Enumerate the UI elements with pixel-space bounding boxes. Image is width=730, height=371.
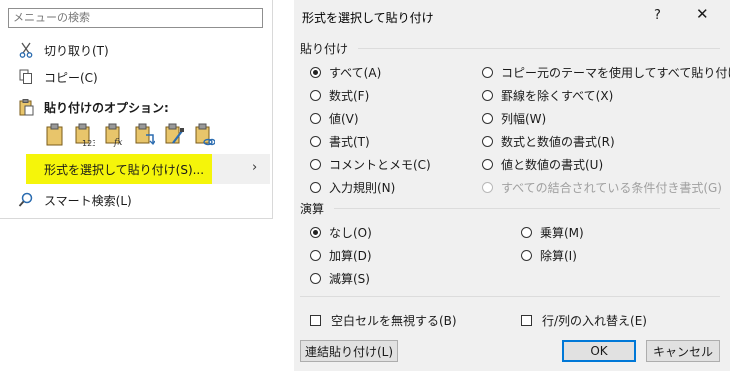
radio-paste-column-widths[interactable]: 列幅(W) <box>482 110 546 127</box>
option-label: 列幅(W) <box>501 112 547 126</box>
option-label: 除算(I) <box>540 249 577 263</box>
paste-transpose-icon[interactable] <box>134 122 156 148</box>
menu-item-label: スマート検索(L) <box>44 193 132 208</box>
option-label: 加算(D) <box>329 249 372 263</box>
option-label: 数式と数値の書式(R) <box>501 135 615 149</box>
radio-indicator <box>482 113 493 124</box>
option-label: 入力規則(N) <box>329 181 396 195</box>
radio-paste-formulas[interactable]: 数式(F) <box>310 87 369 104</box>
radio-paste-comments[interactable]: コメントとメモ(C) <box>310 156 431 173</box>
paste-formatting-icon[interactable] <box>164 122 186 148</box>
radio-indicator <box>310 273 321 284</box>
search-icon <box>16 190 36 210</box>
option-label: 書式(T) <box>329 135 370 149</box>
paste-options-label: 貼り付けのオプション: <box>44 100 169 115</box>
menu-item-smart-lookup[interactable]: スマート検索(L) <box>16 188 132 212</box>
option-label: コメントとメモ(C) <box>329 158 431 172</box>
radio-indicator <box>310 90 321 101</box>
operation-group-label: 演算 <box>300 202 325 216</box>
paste-options-row: 123 fx <box>44 122 216 148</box>
submenu-trigger-area <box>212 154 270 184</box>
radio-indicator <box>482 182 493 193</box>
option-label: すべての結合されている条件付き書式(G) <box>501 181 722 195</box>
dialog-title: 形式を選択して貼り付け <box>302 11 434 25</box>
checkbox-box <box>310 315 321 326</box>
radio-indicator <box>310 159 321 170</box>
menu-item-label: コピー(C) <box>44 70 98 85</box>
radio-indicator <box>310 136 321 147</box>
radio-indicator <box>482 67 493 78</box>
help-button[interactable]: ? <box>654 8 661 23</box>
ok-button[interactable]: OK <box>562 340 636 362</box>
divider <box>358 48 720 49</box>
option-label: 値(V) <box>329 112 359 126</box>
radio-paste-except-borders[interactable]: 罫線を除くすべて(X) <box>482 87 613 104</box>
option-label: 乗算(M) <box>540 226 584 240</box>
radio-op-none[interactable]: なし(O) <box>310 224 372 241</box>
radio-indicator <box>310 227 321 238</box>
paste-group-label: 貼り付け <box>300 42 349 56</box>
option-label: 罫線を除くすべて(X) <box>501 89 614 103</box>
radio-indicator <box>521 250 532 261</box>
paste-options-heading: 貼り付けのオプション: <box>16 95 169 119</box>
option-label: 空白セルを無視する(B) <box>331 314 457 328</box>
option-label: 数式(F) <box>329 89 370 103</box>
menu-item-paste-special[interactable]: 形式を選択して貼り付け(S)... <box>44 154 204 184</box>
radio-indicator <box>521 227 532 238</box>
radio-indicator <box>310 182 321 193</box>
menu-item-label: 切り取り(T) <box>44 43 109 58</box>
option-label: なし(O) <box>329 226 372 240</box>
radio-paste-formats[interactable]: 書式(T) <box>310 133 370 150</box>
paste-link-button[interactable]: 連結貼り付け(L) <box>300 340 398 362</box>
context-menu: メニューの検索 切り取り(T) コピー(C) 貼り付けのオプション: 123 f… <box>0 0 273 219</box>
svg-text:123: 123 <box>82 139 95 147</box>
radio-op-subtract[interactable]: 減算(S) <box>310 270 370 287</box>
option-label: 減算(S) <box>329 272 370 286</box>
radio-paste-values-number-formats[interactable]: 値と数値の書式(U) <box>482 156 603 173</box>
radio-indicator <box>482 136 493 147</box>
divider <box>334 208 720 209</box>
radio-paste-all[interactable]: すべて(A) <box>310 64 381 81</box>
chevron-right-icon[interactable]: › <box>252 160 257 175</box>
checkbox-skip-blanks[interactable]: 空白セルを無視する(B) <box>310 312 457 329</box>
option-label: 値と数値の書式(U) <box>501 158 604 172</box>
menu-search-input[interactable]: メニューの検索 <box>8 8 263 28</box>
checkbox-box <box>521 315 532 326</box>
option-label: コピー元のテーマを使用してすべて貼り付け(H) <box>501 66 730 80</box>
radio-paste-all-source-theme[interactable]: コピー元のテーマを使用してすべて貼り付け(H) <box>482 64 730 81</box>
checkbox-transpose[interactable]: 行/列の入れ替え(E) <box>521 312 647 329</box>
radio-indicator <box>310 67 321 78</box>
paste-special-dialog: 形式を選択して貼り付け ? ✕ 貼り付け すべて(A) 数式(F) 値(V) 書… <box>294 0 730 371</box>
divider <box>300 296 720 297</box>
paste-values-icon[interactable]: 123 <box>74 122 96 148</box>
radio-paste-formulas-number-formats[interactable]: 数式と数値の書式(R) <box>482 133 615 150</box>
option-label: すべて(A) <box>329 66 382 80</box>
menu-item-cut[interactable]: 切り取り(T) <box>16 38 109 62</box>
menu-item-label: 形式を選択して貼り付け(S)... <box>44 162 205 177</box>
clipboard-icon <box>16 97 36 117</box>
paste-icon[interactable] <box>44 122 66 148</box>
svg-text:fx: fx <box>113 138 122 147</box>
menu-item-copy[interactable]: コピー(C) <box>16 65 98 89</box>
close-button[interactable]: ✕ <box>696 5 709 23</box>
cancel-button[interactable]: キャンセル <box>646 340 720 362</box>
copy-icon <box>16 67 36 87</box>
paste-formulas-icon[interactable]: fx <box>104 122 126 148</box>
scissors-icon <box>16 40 36 60</box>
radio-op-add[interactable]: 加算(D) <box>310 247 372 264</box>
radio-indicator <box>482 90 493 101</box>
paste-link-icon[interactable] <box>194 122 216 148</box>
radio-indicator <box>310 250 321 261</box>
radio-indicator <box>482 159 493 170</box>
radio-paste-values[interactable]: 値(V) <box>310 110 359 127</box>
radio-op-multiply[interactable]: 乗算(M) <box>521 224 584 241</box>
radio-paste-validation[interactable]: 入力規則(N) <box>310 179 395 196</box>
radio-paste-merged-conditional-formats: すべての結合されている条件付き書式(G) <box>482 179 722 196</box>
radio-indicator <box>310 113 321 124</box>
radio-op-divide[interactable]: 除算(I) <box>521 247 577 264</box>
option-label: 行/列の入れ替え(E) <box>542 314 647 328</box>
